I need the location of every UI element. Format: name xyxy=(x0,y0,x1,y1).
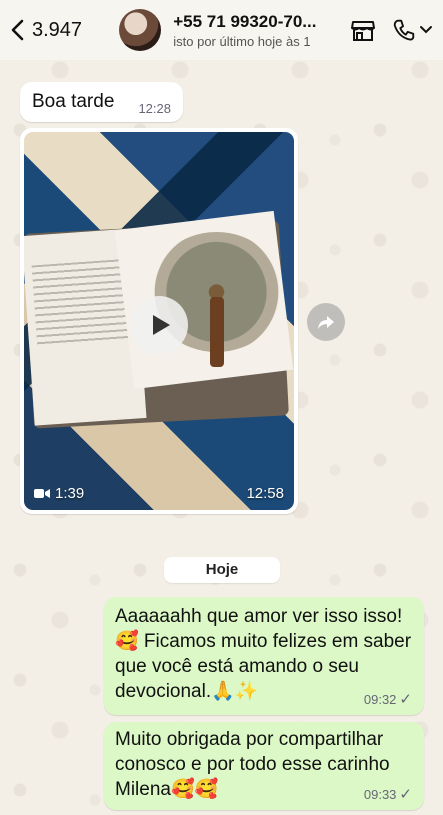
video-thumbnail[interactable]: 1:39 12:58 xyxy=(24,132,294,510)
message-text: Boa tarde xyxy=(32,91,115,112)
message-text: Aaaaaahh que amor ver isso isso! 🥰 Ficam… xyxy=(115,606,412,702)
chat-header: 3.947 +55 71 99320-70... isto por último… xyxy=(0,0,443,60)
back-button[interactable]: 3.947 xyxy=(10,19,109,42)
video-duration: 1:39 xyxy=(34,485,84,502)
video-message[interactable]: 1:39 12:58 xyxy=(20,128,298,514)
play-icon xyxy=(153,315,170,335)
day-separator: Hoje xyxy=(164,557,280,583)
message-time: 12:58 xyxy=(246,485,284,502)
message-time: 12:28 xyxy=(138,101,171,116)
forward-button[interactable] xyxy=(307,303,345,341)
chevron-down-icon xyxy=(420,26,432,34)
message-time: 09:33 xyxy=(363,786,397,802)
message-time: 09:32 xyxy=(363,691,397,707)
forward-icon xyxy=(318,316,334,329)
message-bubble-outgoing[interactable]: Aaaaaahh que amor ver isso isso! 🥰 Ficam… xyxy=(104,597,424,715)
message-bubble-incoming[interactable]: Boa tarde 12:28 xyxy=(20,82,183,122)
play-button[interactable] xyxy=(130,296,188,354)
sent-check-icon: ✓ xyxy=(399,786,412,803)
store-icon[interactable] xyxy=(349,16,377,44)
phone-icon xyxy=(393,19,415,41)
chevron-left-icon xyxy=(11,19,24,41)
message-bubble-outgoing[interactable]: Muito obrigada por compartilhar conosco … xyxy=(104,722,424,810)
avatar[interactable] xyxy=(119,9,162,51)
sent-check-icon: ✓ xyxy=(399,691,412,708)
call-button[interactable] xyxy=(391,17,433,43)
contact-info[interactable]: +55 71 99320-70... isto por último hoje … xyxy=(173,12,337,49)
duration-text: 1:39 xyxy=(55,485,85,502)
video-scene-trunk xyxy=(210,297,224,367)
contact-status: isto por último hoje às 1 xyxy=(173,33,311,49)
contact-name: +55 71 99320-70... xyxy=(173,11,317,31)
unread-count: 3.947 xyxy=(32,18,83,41)
video-camera-icon xyxy=(34,489,50,498)
